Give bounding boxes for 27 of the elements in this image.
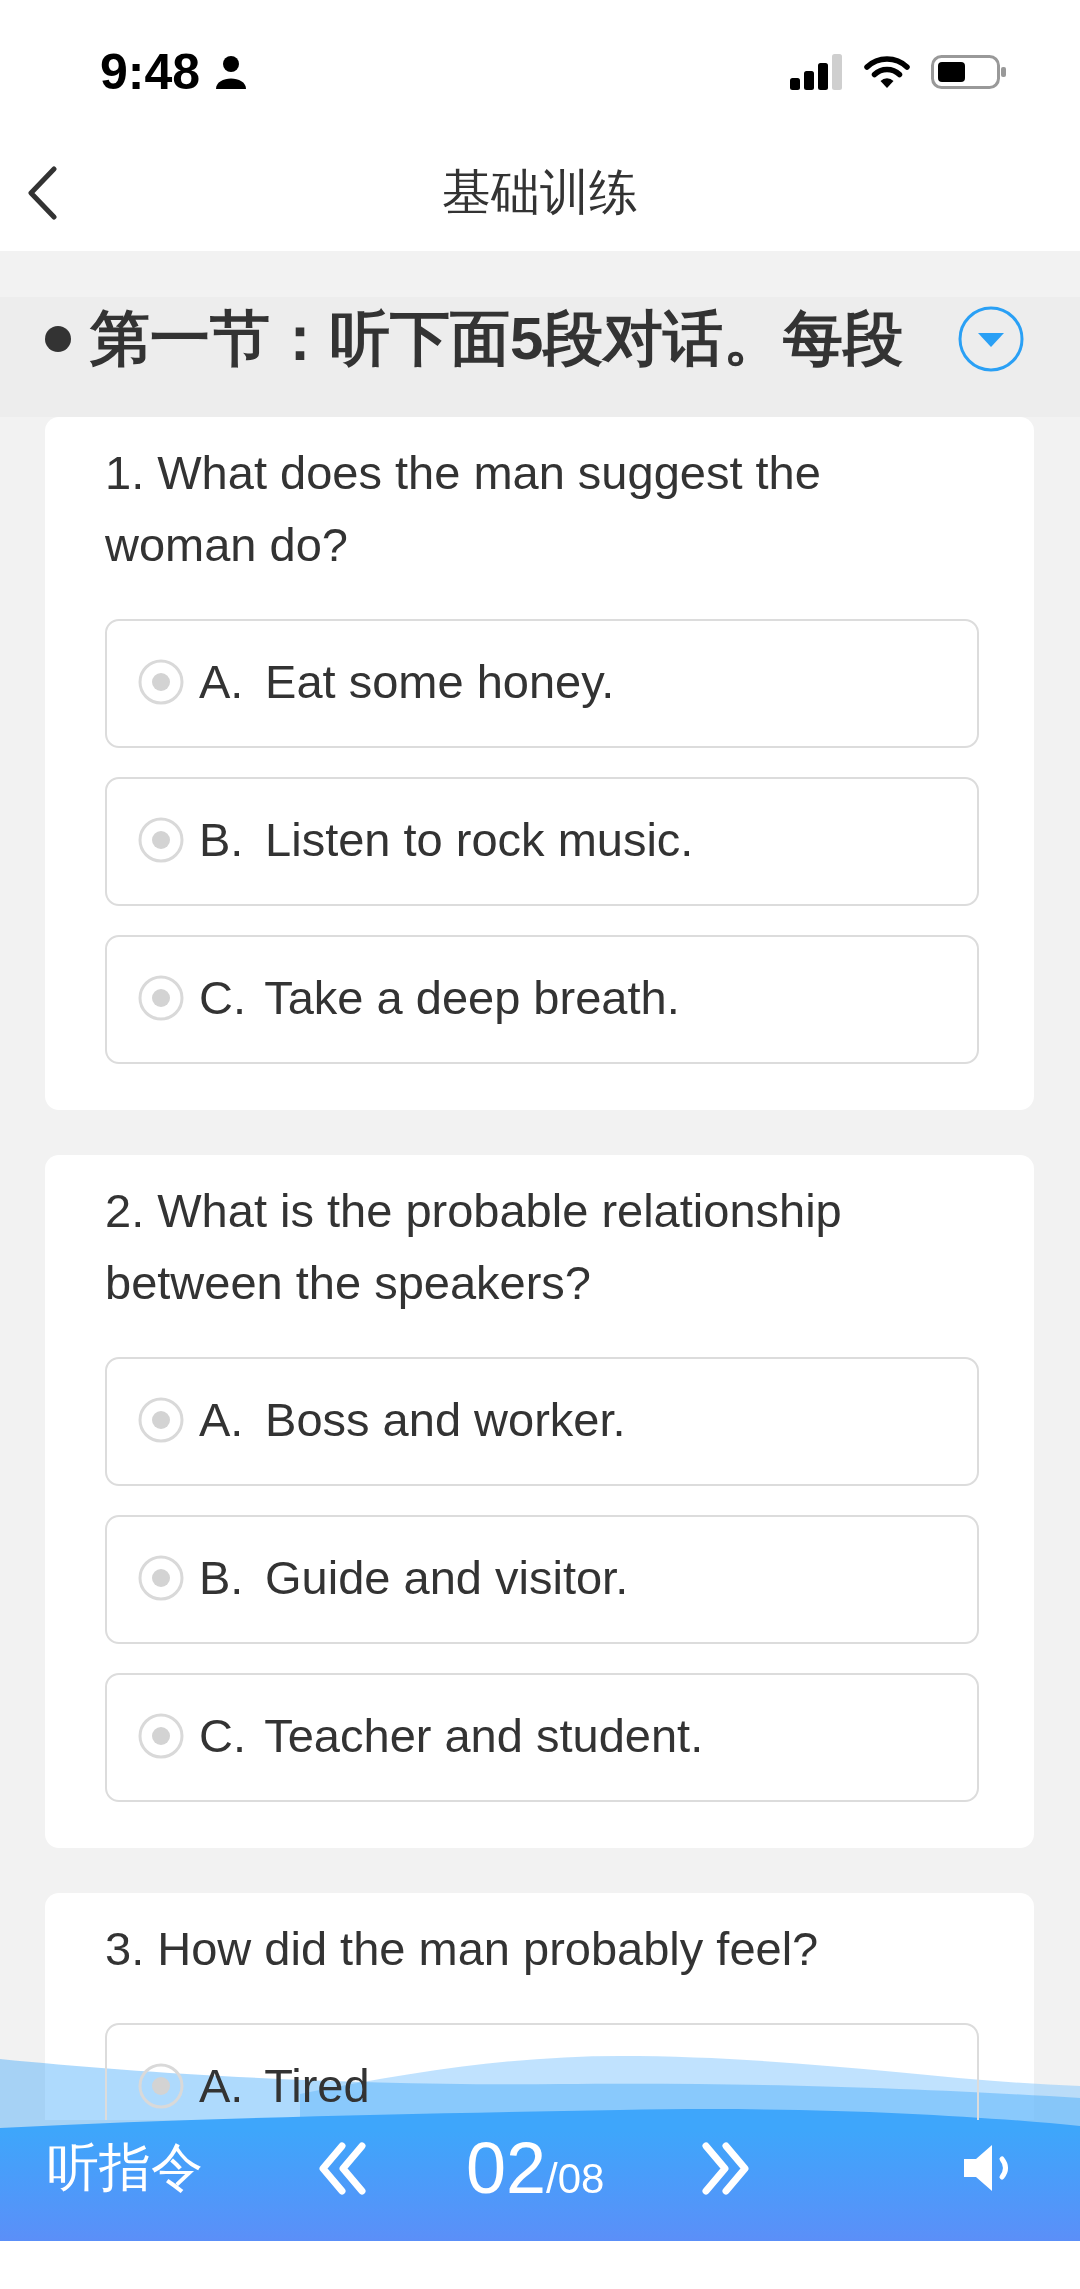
- status-time: 9:48: [100, 42, 201, 101]
- question-text: 2. What is the probable relationship between the speakers?: [105, 1183, 843, 1311]
- radio-icon[interactable]: [138, 1554, 184, 1601]
- radio-icon[interactable]: [138, 1396, 184, 1443]
- answer-option[interactable]: B. Listen to rock music.: [105, 777, 979, 906]
- back-icon[interactable]: [26, 166, 58, 220]
- nav-title: 基础训练: [442, 164, 638, 221]
- radio-icon[interactable]: [138, 974, 184, 1021]
- caret-down-icon[interactable]: [958, 306, 1024, 372]
- radio-icon[interactable]: [138, 816, 184, 863]
- answer-option[interactable]: A. Boss and worker.: [105, 1357, 979, 1486]
- page-counter: 02/08: [466, 2127, 605, 2209]
- answer-option[interactable]: C. Take a deep breath.: [105, 935, 979, 1064]
- dot-icon: [45, 326, 71, 352]
- person-icon: [215, 54, 248, 89]
- signal-icon: [790, 53, 844, 90]
- answer-option[interactable]: C. Teacher and student.: [105, 1673, 979, 1802]
- question-text: 3. How did the man probably feel?: [105, 1921, 820, 1977]
- question-text: 1. What does the man suggest the woman do?: [105, 445, 822, 573]
- radio-icon[interactable]: [138, 1712, 184, 1759]
- battery-icon: [931, 54, 1007, 89]
- answer-option[interactable]: A. Eat some honey.: [105, 619, 979, 748]
- wifi-icon: [864, 54, 910, 89]
- section-title: 第一节：听下面5段对话。每段: [90, 303, 905, 374]
- radio-icon[interactable]: [138, 2062, 184, 2109]
- answer-option[interactable]: B. Guide and visitor.: [105, 1515, 979, 1644]
- radio-icon[interactable]: [138, 658, 184, 705]
